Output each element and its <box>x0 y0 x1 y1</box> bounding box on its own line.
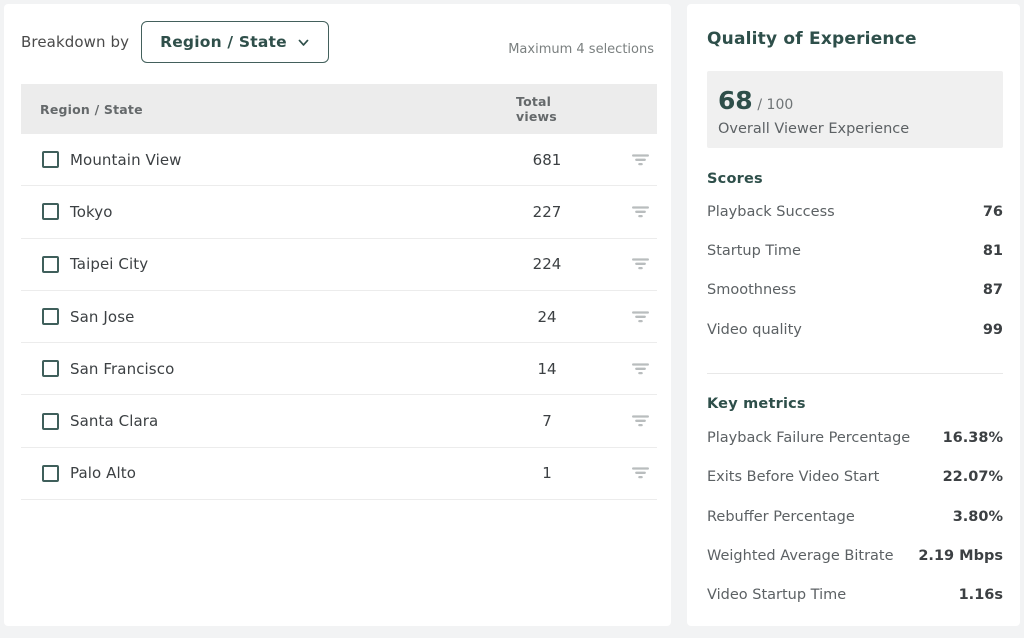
key-metrics-section-title: Key metrics <box>707 396 806 412</box>
key-metric-value: 22.07% <box>942 469 1003 486</box>
page-root: Breakdown by Region / State Maximum 4 se… <box>0 0 1024 638</box>
breakdown-table: Region / State Total views Mountain View… <box>21 84 657 501</box>
row-total-views: 224 <box>532 255 562 274</box>
table-row[interactable]: Taipei City 224 <box>21 239 657 291</box>
row-region-label: Taipei City <box>70 255 149 274</box>
score-value: 76 <box>982 204 1003 220</box>
score-value: 81 <box>982 243 1003 260</box>
key-metric-value: 3.80% <box>952 508 1003 525</box>
score-row: Smoothness 87 <box>707 282 1003 298</box>
row-checkbox[interactable] <box>42 464 59 482</box>
row-region-label: San Jose <box>70 307 135 326</box>
row-total-views: 7 <box>542 412 552 431</box>
table-row[interactable]: Mountain View 681 <box>21 134 657 187</box>
table-row[interactable]: San Jose 24 <box>21 291 657 344</box>
column-header-total-line1: Total <box>516 94 552 109</box>
row-total-views: 227 <box>532 202 562 221</box>
table-header-row: Region / State Total views <box>21 84 657 134</box>
score-label: Playback Success <box>707 204 835 220</box>
key-metric-row: Exits Before Video Start 22.07% <box>707 469 1003 485</box>
row-checkbox[interactable] <box>42 360 59 378</box>
row-region-label: Tokyo <box>70 202 113 221</box>
column-header-total-views: Total views <box>516 94 578 124</box>
table-row[interactable]: Santa Clara 7 <box>21 395 657 448</box>
table-body: Mountain View 681 Tokyo 227 Taipei City 224 Sa… <box>21 134 657 501</box>
row-checkbox[interactable] <box>42 151 59 169</box>
key-metric-row: Video Startup Time 1.16s <box>707 587 1003 603</box>
overall-score-max: / 100 <box>757 97 794 113</box>
scores-section-title: Scores <box>707 171 763 187</box>
table-row[interactable]: Palo Alto 1 <box>21 448 657 501</box>
filter-icon[interactable] <box>616 362 664 376</box>
row-region-label: Santa Clara <box>70 412 159 431</box>
table-row[interactable]: San Francisco 14 <box>21 343 657 396</box>
key-metric-row: Playback Failure Percentage 16.38% <box>707 430 1003 446</box>
breakdown-dropdown[interactable]: Region / State <box>141 21 329 63</box>
overall-score-caption: Overall Viewer Experience <box>718 121 910 137</box>
score-value: 99 <box>982 321 1003 338</box>
key-metric-label: Playback Failure Percentage <box>707 430 911 446</box>
score-label: Smoothness <box>707 282 797 299</box>
row-region-label: San Francisco <box>70 359 175 378</box>
filter-icon[interactable] <box>616 466 664 480</box>
filter-icon[interactable] <box>616 205 664 219</box>
quality-of-experience-panel: Quality of Experience 68 / 100 Overall V… <box>687 4 1020 626</box>
key-metric-label: Exits Before Video Start <box>707 469 880 486</box>
key-metric-row: Weighted Average Bitrate 2.19 Mbps <box>707 548 1003 564</box>
filter-icon[interactable] <box>616 153 664 167</box>
filter-icon[interactable] <box>616 414 664 428</box>
row-total-views: 681 <box>532 150 562 169</box>
key-metric-label: Rebuffer Percentage <box>707 508 855 525</box>
score-label: Startup Time <box>707 243 801 260</box>
row-region-label: Palo Alto <box>70 464 137 483</box>
key-metric-label: Weighted Average Bitrate <box>707 547 894 564</box>
table-row[interactable]: Tokyo 227 <box>21 186 657 239</box>
key-metric-value: 16.38% <box>942 430 1003 446</box>
row-total-views: 24 <box>537 307 557 326</box>
score-row: Startup Time 81 <box>707 243 1003 259</box>
column-header-total-line2: views <box>516 109 557 124</box>
qoe-panel-title: Quality of Experience <box>707 29 917 49</box>
filter-icon[interactable] <box>616 310 664 324</box>
row-checkbox[interactable] <box>42 308 59 326</box>
breakdown-panel: Breakdown by Region / State Maximum 4 se… <box>4 4 671 626</box>
key-metric-label: Video Startup Time <box>707 587 847 604</box>
score-row: Video quality 99 <box>707 322 1003 338</box>
key-metric-value: 2.19 Mbps <box>918 547 1003 564</box>
key-metric-value: 1.16s <box>958 587 1003 604</box>
score-label: Video quality <box>707 321 802 338</box>
max-selections-note: Maximum 4 selections <box>508 42 654 57</box>
overall-score-value: 68 <box>718 86 753 115</box>
row-region-label: Mountain View <box>70 150 182 169</box>
chevron-down-icon <box>297 36 310 49</box>
overall-score-box: 68 / 100 Overall Viewer Experience <box>707 71 1003 148</box>
key-metric-row: Rebuffer Percentage 3.80% <box>707 509 1003 525</box>
overall-score-line: 68 / 100 <box>718 86 793 115</box>
row-total-views: 14 <box>537 359 557 378</box>
section-divider <box>707 373 1003 374</box>
row-total-views: 1 <box>542 464 552 483</box>
score-value: 87 <box>982 282 1003 299</box>
row-checkbox[interactable] <box>42 203 59 221</box>
row-checkbox[interactable] <box>42 255 59 273</box>
column-header-region: Region / State <box>40 101 143 117</box>
breakdown-dropdown-value: Region / State <box>160 33 287 51</box>
filter-icon[interactable] <box>616 257 664 271</box>
breakdown-by-label: Breakdown by <box>21 33 130 51</box>
row-checkbox[interactable] <box>42 412 59 430</box>
score-row: Playback Success 76 <box>707 204 1003 220</box>
